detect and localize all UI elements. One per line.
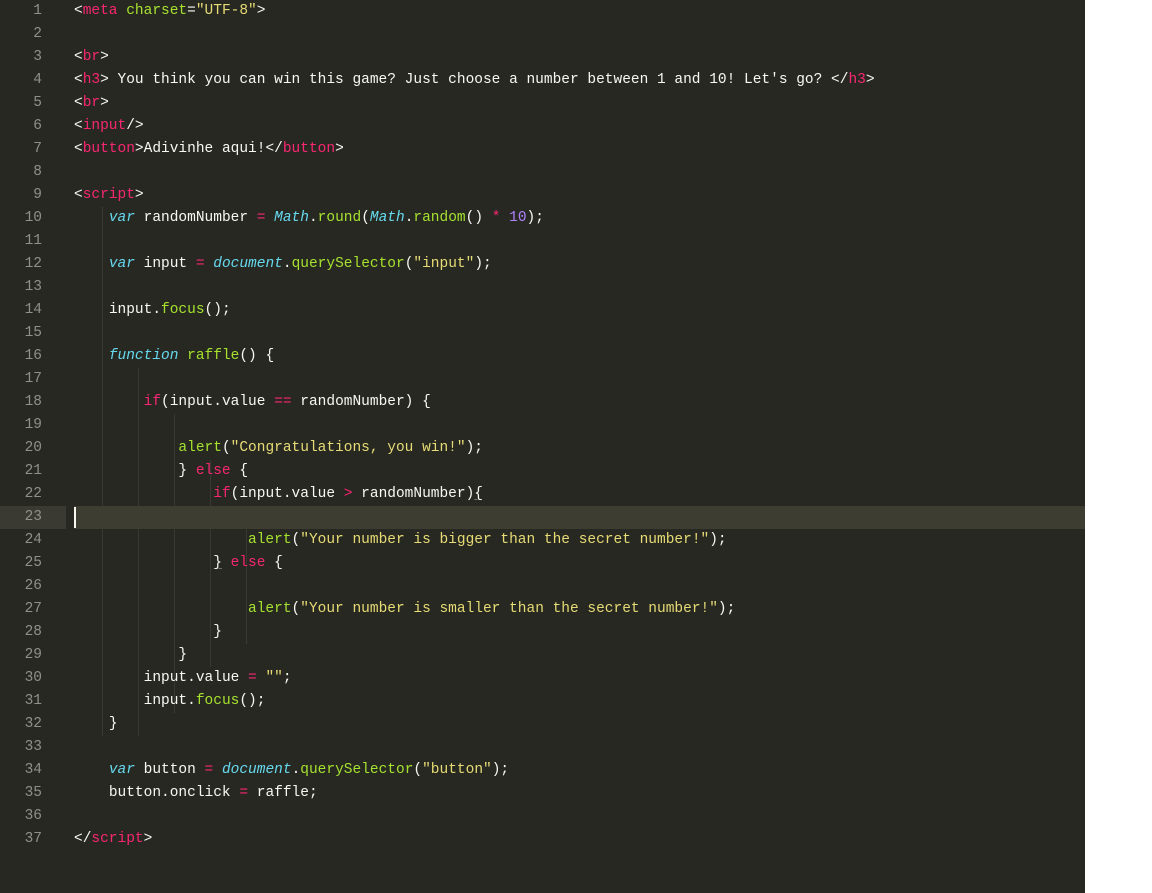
- line-number: 20: [0, 437, 66, 460]
- line-number-gutter: 1234567891011121314151617181920212223242…: [0, 0, 66, 893]
- code-line[interactable]: var button = document.querySelector("but…: [74, 759, 1085, 782]
- code-line[interactable]: } else {: [74, 460, 1085, 483]
- code-line[interactable]: [74, 276, 1085, 299]
- line-number: 30: [0, 667, 66, 690]
- line-number: 35: [0, 782, 66, 805]
- code-line[interactable]: button.onclick = raffle;: [74, 782, 1085, 805]
- code-line[interactable]: var input = document.querySelector("inpu…: [74, 253, 1085, 276]
- code-line[interactable]: </script>: [74, 828, 1085, 851]
- code-line[interactable]: <button>Adivinhe aqui!</button>: [74, 138, 1085, 161]
- line-number: 37: [0, 828, 66, 851]
- code-line[interactable]: } else {: [74, 552, 1085, 575]
- code-line[interactable]: [74, 414, 1085, 437]
- line-number: 24: [0, 529, 66, 552]
- code-line[interactable]: [74, 506, 1085, 529]
- right-whitespace: [1085, 0, 1152, 893]
- code-line[interactable]: [74, 736, 1085, 759]
- code-line[interactable]: var randomNumber = Math.round(Math.rando…: [74, 207, 1085, 230]
- line-number: 5: [0, 92, 66, 115]
- code-line[interactable]: [74, 322, 1085, 345]
- line-number: 2: [0, 23, 66, 46]
- line-number: 34: [0, 759, 66, 782]
- text-cursor: [74, 507, 76, 528]
- code-line[interactable]: }: [74, 621, 1085, 644]
- code-line[interactable]: function raffle() {: [74, 345, 1085, 368]
- line-number: 21: [0, 460, 66, 483]
- code-line[interactable]: [74, 368, 1085, 391]
- code-area[interactable]: <meta charset="UTF-8"> <br><h3> You think…: [66, 0, 1085, 893]
- code-line[interactable]: <h3> You think you can win this game? Ju…: [74, 69, 1085, 92]
- line-number: 19: [0, 414, 66, 437]
- line-number: 12: [0, 253, 66, 276]
- code-line[interactable]: <script>: [74, 184, 1085, 207]
- code-line[interactable]: input.value = "";: [74, 667, 1085, 690]
- line-number: 14: [0, 299, 66, 322]
- line-number: 27: [0, 598, 66, 621]
- line-number: 3: [0, 46, 66, 69]
- line-number: 17: [0, 368, 66, 391]
- code-line[interactable]: <br>: [74, 46, 1085, 69]
- line-number: 1: [0, 0, 66, 23]
- line-number: 23: [0, 506, 66, 529]
- line-number: 36: [0, 805, 66, 828]
- code-line[interactable]: input.focus();: [74, 299, 1085, 322]
- line-number: 15: [0, 322, 66, 345]
- code-line[interactable]: }: [74, 713, 1085, 736]
- code-line[interactable]: alert("Your number is bigger than the se…: [74, 529, 1085, 552]
- line-number: 26: [0, 575, 66, 598]
- line-number: 29: [0, 644, 66, 667]
- code-line[interactable]: }: [74, 644, 1085, 667]
- code-line[interactable]: <meta charset="UTF-8">: [74, 0, 1085, 23]
- line-number: 32: [0, 713, 66, 736]
- code-line[interactable]: alert("Congratulations, you win!");: [74, 437, 1085, 460]
- line-number: 10: [0, 207, 66, 230]
- line-number: 33: [0, 736, 66, 759]
- code-line[interactable]: [74, 230, 1085, 253]
- code-line[interactable]: <input/>: [74, 115, 1085, 138]
- line-number: 18: [0, 391, 66, 414]
- line-number: 4: [0, 69, 66, 92]
- line-number: 6: [0, 115, 66, 138]
- line-number: 8: [0, 161, 66, 184]
- line-number: 13: [0, 276, 66, 299]
- code-line[interactable]: [74, 23, 1085, 46]
- line-number: 28: [0, 621, 66, 644]
- line-number: 9: [0, 184, 66, 207]
- code-line[interactable]: <br>: [74, 92, 1085, 115]
- code-line[interactable]: [74, 805, 1085, 828]
- line-number: 16: [0, 345, 66, 368]
- code-editor[interactable]: 1234567891011121314151617181920212223242…: [0, 0, 1085, 893]
- line-number: 31: [0, 690, 66, 713]
- line-number: 22: [0, 483, 66, 506]
- line-number: 25: [0, 552, 66, 575]
- line-number: 11: [0, 230, 66, 253]
- code-line[interactable]: [74, 161, 1085, 184]
- code-line[interactable]: if(input.value > randomNumber){: [74, 483, 1085, 506]
- code-line[interactable]: input.focus();: [74, 690, 1085, 713]
- line-number: 7: [0, 138, 66, 161]
- code-line[interactable]: alert("Your number is smaller than the s…: [74, 598, 1085, 621]
- code-line[interactable]: if(input.value == randomNumber) {: [74, 391, 1085, 414]
- code-line[interactable]: [74, 575, 1085, 598]
